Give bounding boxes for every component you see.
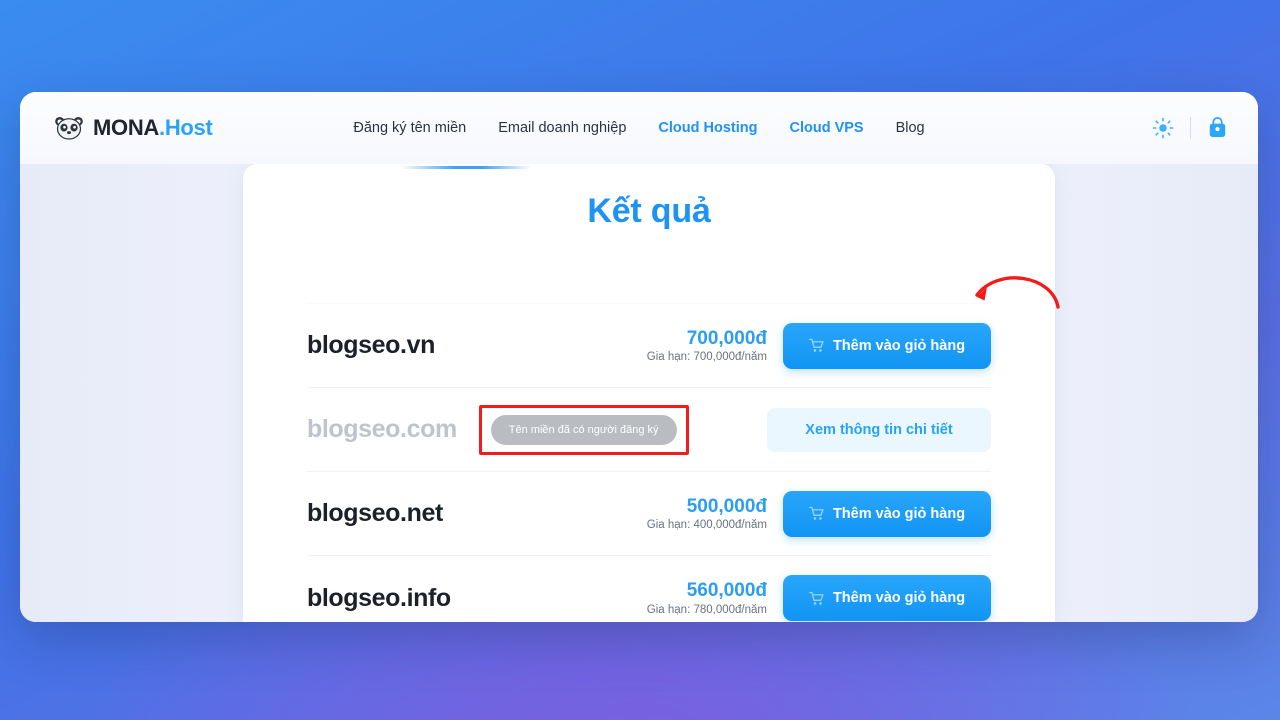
- renew-note: Gia hạn: 700,000đ/năm: [646, 351, 767, 364]
- add-to-cart-label: Thêm vào giỏ hàng: [832, 590, 966, 606]
- nav-item-dang-ky-ten-mien[interactable]: Đăng ký tên miền: [353, 120, 466, 136]
- price-value: 700,000đ: [686, 327, 767, 349]
- sun-icon[interactable]: [1152, 117, 1174, 139]
- price-value: 500,000đ: [686, 495, 767, 517]
- nav-item-cloud-vps[interactable]: Cloud VPS: [789, 120, 863, 136]
- header-actions: [1152, 117, 1228, 139]
- add-to-cart-button[interactable]: Thêm vào giỏ hàng: [783, 575, 991, 621]
- nav-item-blog[interactable]: Blog: [896, 120, 925, 136]
- shopping-bag-icon[interactable]: [1207, 117, 1228, 139]
- cart-icon: [809, 506, 824, 520]
- taken-highlight-box: Tên miền đã có người đăng ký: [478, 404, 689, 455]
- site-header: MONA.Host Đăng ký tên miền Email doanh n…: [20, 92, 1258, 164]
- price-block: 500,000đ Gia hạn: 400,000đ/năm: [647, 496, 767, 532]
- renew-note: Gia hạn: 400,000đ/năm: [646, 519, 767, 532]
- domain-name: blogseo.net: [307, 499, 443, 527]
- brand-name: MONA.Host: [93, 115, 213, 141]
- cart-icon: [809, 338, 824, 352]
- domain-name: blogseo.info: [307, 583, 451, 612]
- panda-icon: [55, 116, 83, 140]
- results-list: blogseo.vn 700,000đ Gia hạn: 700,000đ/nă…: [243, 270, 1055, 622]
- domain-name: blogseo.vn: [307, 331, 435, 359]
- results-card: Kết quả blogseo.vn 700,000đ Gia hạn: 700…: [243, 164, 1055, 622]
- price-value: 560,000đ: [686, 580, 767, 602]
- add-to-cart-label: Thêm vào giỏ hàng: [832, 337, 966, 354]
- add-to-cart-button[interactable]: Thêm vào giỏ hàng: [783, 490, 991, 537]
- browser-window: MONA.Host Đăng ký tên miền Email doanh n…: [20, 92, 1258, 622]
- nav-item-email-doanh-nghiep[interactable]: Email doanh nghiệp: [498, 120, 626, 136]
- cart-icon: [809, 591, 824, 605]
- header-divider: [1190, 117, 1191, 139]
- price-block: 700,000đ Gia hạn: 700,000đ/năm: [647, 328, 767, 364]
- table-row: blogseo.vn 700,000đ Gia hạn: 700,000đ/nă…: [307, 304, 991, 388]
- page-backdrop: MONA.Host Đăng ký tên miền Email doanh n…: [0, 0, 1280, 720]
- nav-item-cloud-hosting[interactable]: Cloud Hosting: [658, 120, 757, 136]
- view-details-button[interactable]: Xem thông tin chi tiết: [767, 407, 991, 452]
- table-row: blogseo.info 560,000đ Gia hạn: 780,000đ/…: [307, 556, 991, 622]
- status-badge: Tên miền đã có người đăng ký: [490, 414, 677, 445]
- brand-main: MONA: [93, 115, 160, 140]
- results-ghost-row: [307, 270, 991, 304]
- renew-note: Gia hạn: 780,000đ/năm: [646, 603, 767, 616]
- add-to-cart-button[interactable]: Thêm vào giỏ hàng: [783, 322, 991, 369]
- add-to-cart-label: Thêm vào giỏ hàng: [832, 505, 966, 522]
- table-row: blogseo.net 500,000đ Gia hạn: 400,000đ/n…: [307, 472, 991, 556]
- table-row: blogseo.com Tên miền đã có người đăng ký…: [307, 388, 991, 472]
- brand-suffix: .Host: [159, 115, 213, 140]
- brand-logo[interactable]: MONA.Host: [54, 115, 213, 141]
- page-body: Kết quả blogseo.vn 700,000đ Gia hạn: 700…: [20, 164, 1258, 622]
- main-navigation: Đăng ký tên miền Email doanh nghiệp Clou…: [353, 120, 924, 136]
- domain-name: blogseo.com: [307, 415, 457, 443]
- page-title: Kết quả: [587, 192, 711, 230]
- price-block: 560,000đ Gia hạn: 780,000đ/năm: [647, 580, 767, 616]
- tab-indicator: [401, 166, 531, 169]
